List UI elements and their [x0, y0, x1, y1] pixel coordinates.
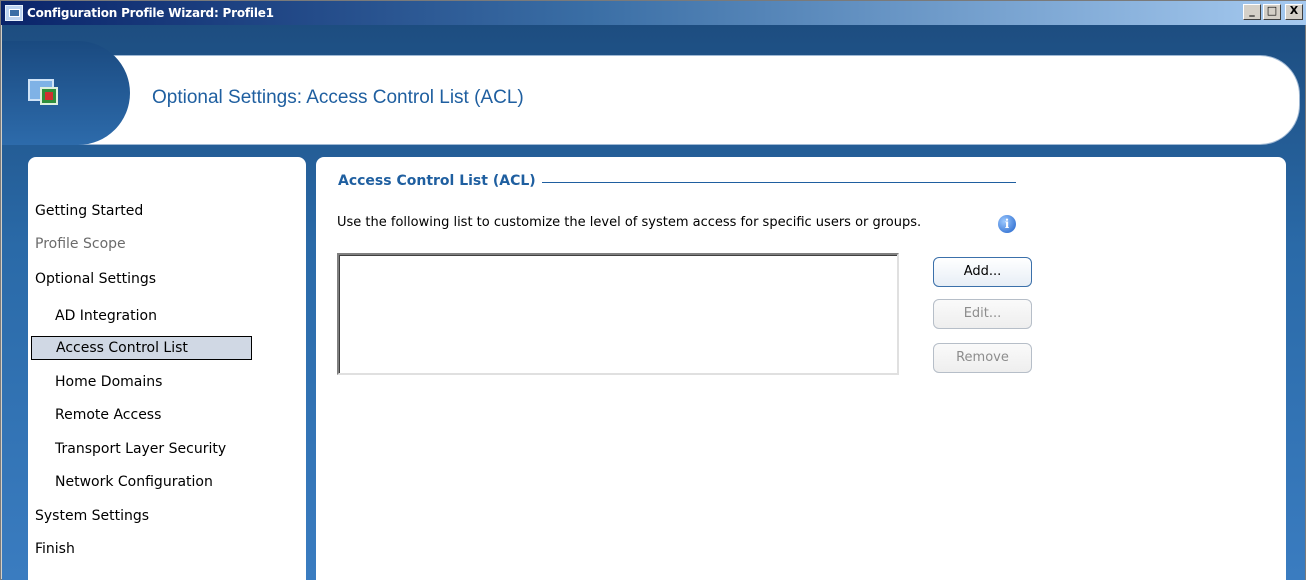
add-button[interactable]: Add... — [933, 257, 1032, 287]
nav-item-getting-started[interactable]: Getting Started — [35, 203, 143, 219]
acl-listbox[interactable] — [337, 253, 899, 375]
page-title: Optional Settings: Access Control List (… — [152, 87, 524, 108]
wizard-window: Configuration Profile Wizard: Profile1 _… — [0, 0, 1306, 581]
window-controls: _ □ X — [1243, 4, 1303, 20]
section-header: Access Control List (ACL) — [338, 173, 1016, 189]
info-icon[interactable]: i — [998, 215, 1016, 233]
edit-button[interactable]: Edit... — [933, 299, 1032, 329]
minimize-button[interactable]: _ — [1243, 4, 1261, 20]
client-area: Optional Settings: Access Control List (… — [2, 25, 1305, 581]
section-description: Use the following list to customize the … — [337, 215, 922, 230]
nav-item-remote-access[interactable]: Remote Access — [55, 407, 161, 423]
app-icon — [5, 5, 23, 21]
title-bar[interactable]: Configuration Profile Wizard: Profile1 _… — [1, 1, 1306, 25]
nav-item-optional-settings[interactable]: Optional Settings — [35, 271, 156, 287]
nav-item-finish[interactable]: Finish — [35, 541, 75, 557]
section-title: Access Control List (ACL) — [338, 173, 536, 189]
close-button[interactable]: X — [1285, 4, 1303, 20]
nav-item-access-control-list[interactable]: Access Control List — [31, 336, 252, 360]
nav-item-system-settings[interactable]: System Settings — [35, 508, 149, 524]
header-icon-badge — [2, 41, 130, 145]
section-divider — [541, 181, 1016, 183]
wizard-nav: Getting Started Profile Scope Optional S… — [28, 157, 306, 581]
nav-item-network-configuration[interactable]: Network Configuration — [55, 474, 213, 490]
content-panel: Access Control List (ACL) Use the follow… — [316, 157, 1286, 581]
maximize-button[interactable]: □ — [1263, 4, 1281, 20]
nav-item-ad-integration[interactable]: AD Integration — [55, 308, 157, 324]
remove-button[interactable]: Remove — [933, 343, 1032, 373]
nav-item-transport-layer-security[interactable]: Transport Layer Security — [55, 441, 226, 457]
nav-item-home-domains[interactable]: Home Domains — [55, 374, 162, 390]
configuration-icon — [28, 79, 60, 107]
window-title: Configuration Profile Wizard: Profile1 — [27, 6, 274, 20]
nav-item-profile-scope[interactable]: Profile Scope — [35, 236, 126, 252]
